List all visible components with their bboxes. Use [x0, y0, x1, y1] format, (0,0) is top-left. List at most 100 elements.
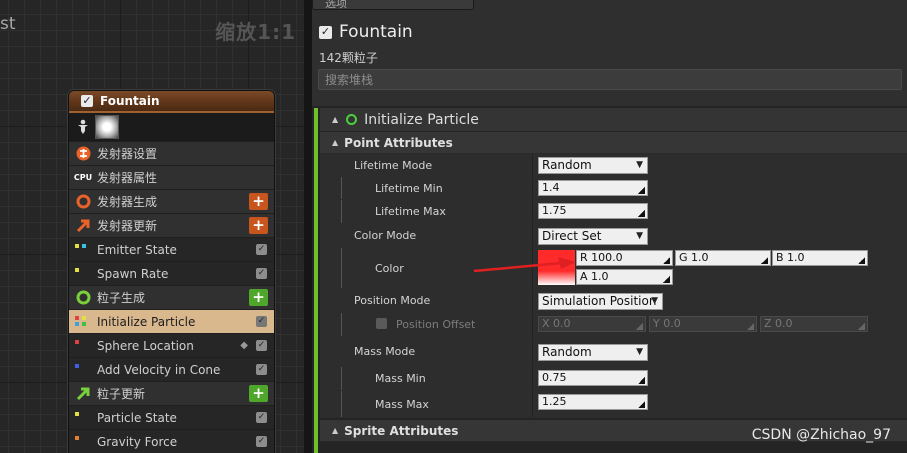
property-mass-max: Mass Max 1.25 [320, 391, 907, 418]
graph-panel[interactable]: st 缩放1:1 ✓ Fountain 发射器设置 CPU 发射器属性 发射器生… [0, 0, 304, 453]
module-enabled-checkbox[interactable]: ✓ [256, 316, 267, 327]
stack-row-emitter-update[interactable]: 发射器更新 + [69, 214, 274, 237]
module-enabled-checkbox[interactable]: ✓ [256, 436, 267, 447]
color-r-field[interactable]: R 100.0 [576, 250, 673, 266]
position-offset-y-field[interactable]: Y 0.0 [649, 316, 757, 332]
selection-details-panel: 选项 ✓ Fountain 142颗粒子 搜索堆栈 ▲ Initialize P… [312, 0, 907, 453]
color-g-field[interactable]: G 1.0 [675, 250, 771, 266]
stack-row-particle-update[interactable]: 粒子更新 + [69, 382, 274, 405]
drag-handle-icon[interactable] [747, 323, 754, 330]
add-module-button[interactable]: + [249, 385, 268, 402]
dropdown-arrow-icon: ▼ [651, 296, 658, 306]
column-separator [532, 313, 533, 336]
stack-row-emitter-spawn[interactable]: 发射器生成 + [69, 190, 274, 213]
position-mode-dropdown[interactable]: Simulation Position ▼ [538, 293, 663, 310]
module-enabled-checkbox[interactable]: ✓ [256, 244, 267, 255]
add-module-button[interactable]: + [249, 217, 268, 234]
stack-row-label: Particle State [97, 410, 177, 425]
color-mode-dropdown[interactable]: Direct Set ▼ [538, 228, 648, 245]
stack-row-label: Sphere Location [97, 338, 194, 353]
module-enabled-checkbox[interactable]: ✓ [256, 412, 267, 423]
particle-count: 142颗粒子 [319, 51, 378, 65]
position-offset-z-field[interactable]: Z 0.0 [760, 316, 868, 332]
emitter-figure-icon [78, 119, 88, 134]
mass-min-field[interactable]: 0.75 [538, 370, 648, 386]
collapse-triangle-icon[interactable]: ▲ [332, 115, 338, 124]
drag-handle-icon[interactable] [761, 257, 768, 264]
stack-row-add-velocity-in-cone[interactable]: Add Velocity in Cone ✓ [69, 358, 274, 381]
stack-row-emitter-properties[interactable]: CPU 发射器属性 [69, 166, 274, 189]
property-label: Mass Max [375, 397, 429, 411]
stack-row-gravity-force[interactable]: Gravity Force ✓ [69, 430, 274, 453]
mass-max-field[interactable]: 1.25 [538, 394, 648, 410]
drag-handle-icon[interactable] [636, 323, 643, 330]
property-label: Lifetime Max [375, 205, 446, 218]
stack-row-initialize-particle[interactable]: Initialize Particle ✓ [69, 310, 274, 333]
drag-handle-icon[interactable] [638, 377, 645, 384]
position-offset-x-field[interactable]: X 0.0 [538, 316, 646, 332]
drag-handle-icon[interactable] [638, 210, 645, 217]
indent-guide [341, 248, 342, 288]
emitter-node[interactable]: ✓ Fountain 发射器设置 CPU 发射器属性 发射器生成 + 发射器更新… [68, 90, 275, 453]
emitter-enabled-checkbox[interactable]: ✓ [81, 95, 93, 107]
sprite-thumbnail[interactable] [95, 115, 119, 139]
drag-handle-icon[interactable] [663, 257, 670, 264]
stack-row-label: Initialize Particle [97, 314, 196, 329]
emitter-enabled-checkbox[interactable]: ✓ [319, 25, 332, 39]
stack-row-label: 发射器生成 [97, 195, 158, 209]
emitter-node-header[interactable]: ✓ Fountain [69, 91, 274, 113]
stack-row-emitter-state[interactable]: Emitter State ✓ [69, 238, 274, 261]
tab-selection[interactable]: 选项 [312, 0, 474, 10]
column-separator [532, 337, 533, 366]
drag-handle-icon[interactable] [638, 401, 645, 408]
stack-row-particle-state[interactable]: Particle State ✓ [69, 406, 274, 429]
color-b-field[interactable]: B 1.0 [772, 250, 868, 266]
category-point-attributes[interactable]: ▲ Point Attributes [320, 132, 907, 154]
module-dots-icon [75, 338, 91, 354]
cube-icon: ◆ [240, 340, 248, 351]
stack-row-particle-spawn[interactable]: 粒子生成 + [69, 286, 274, 309]
stack-row-label: Emitter State [97, 242, 177, 257]
column-separator [532, 200, 533, 223]
panel-divider[interactable] [304, 0, 312, 453]
lifetime-max-field[interactable]: 1.75 [538, 203, 648, 219]
column-separator [532, 391, 533, 417]
position-offset-checkbox[interactable] [376, 318, 387, 329]
stack-row-emitter-settings[interactable]: 发射器设置 [69, 142, 274, 165]
property-label: Mass Mode [354, 345, 416, 358]
drag-handle-icon[interactable] [638, 187, 645, 194]
add-module-button[interactable]: + [249, 193, 268, 210]
add-module-button[interactable]: + [249, 289, 268, 306]
dropdown-arrow-icon: ▼ [636, 231, 643, 241]
module-dots-icon [75, 410, 91, 426]
spawn-ring-icon [346, 114, 358, 125]
lifetime-mode-dropdown[interactable]: Random ▼ [538, 157, 648, 174]
collapse-triangle-icon[interactable]: ▲ [332, 426, 338, 435]
collapse-triangle-icon[interactable]: ▲ [332, 138, 338, 147]
module-dots-icon [75, 266, 91, 282]
module-enabled-checkbox[interactable]: ✓ [256, 340, 267, 351]
stack-row-label: 发射器更新 [97, 219, 158, 233]
column-separator [532, 289, 533, 312]
property-label: Mass Min [375, 372, 426, 385]
stack-row-sphere-location[interactable]: Sphere Location ◆ ✓ [69, 334, 274, 357]
indent-guide [341, 313, 342, 336]
stack-row-label: 发射器属性 [97, 171, 158, 185]
lifetime-min-field[interactable]: 1.4 [538, 180, 648, 196]
drag-handle-icon[interactable] [663, 276, 670, 283]
stack-row-label: 粒子生成 [97, 291, 146, 305]
stack-row-label: Spawn Rate [97, 266, 169, 281]
mass-mode-dropdown[interactable]: Random ▼ [538, 344, 648, 361]
module-enabled-checkbox[interactable]: ✓ [256, 268, 267, 279]
dropdown-value: Random [542, 158, 592, 172]
drag-handle-icon[interactable] [858, 323, 865, 330]
zoom-level: 缩放1:1 [215, 20, 296, 44]
drag-handle-icon[interactable] [858, 257, 865, 264]
stack-search-input[interactable]: 搜索堆栈 [318, 69, 902, 90]
color-a-field[interactable]: A 1.0 [576, 269, 673, 285]
module-enabled-checkbox[interactable]: ✓ [256, 364, 267, 375]
module-header[interactable]: ▲ Initialize Particle [320, 108, 907, 131]
stack-row-spawn-rate[interactable]: Spawn Rate ✓ [69, 262, 274, 285]
field-value: Z 0.0 [764, 317, 793, 330]
module-dots-icon [75, 362, 91, 378]
